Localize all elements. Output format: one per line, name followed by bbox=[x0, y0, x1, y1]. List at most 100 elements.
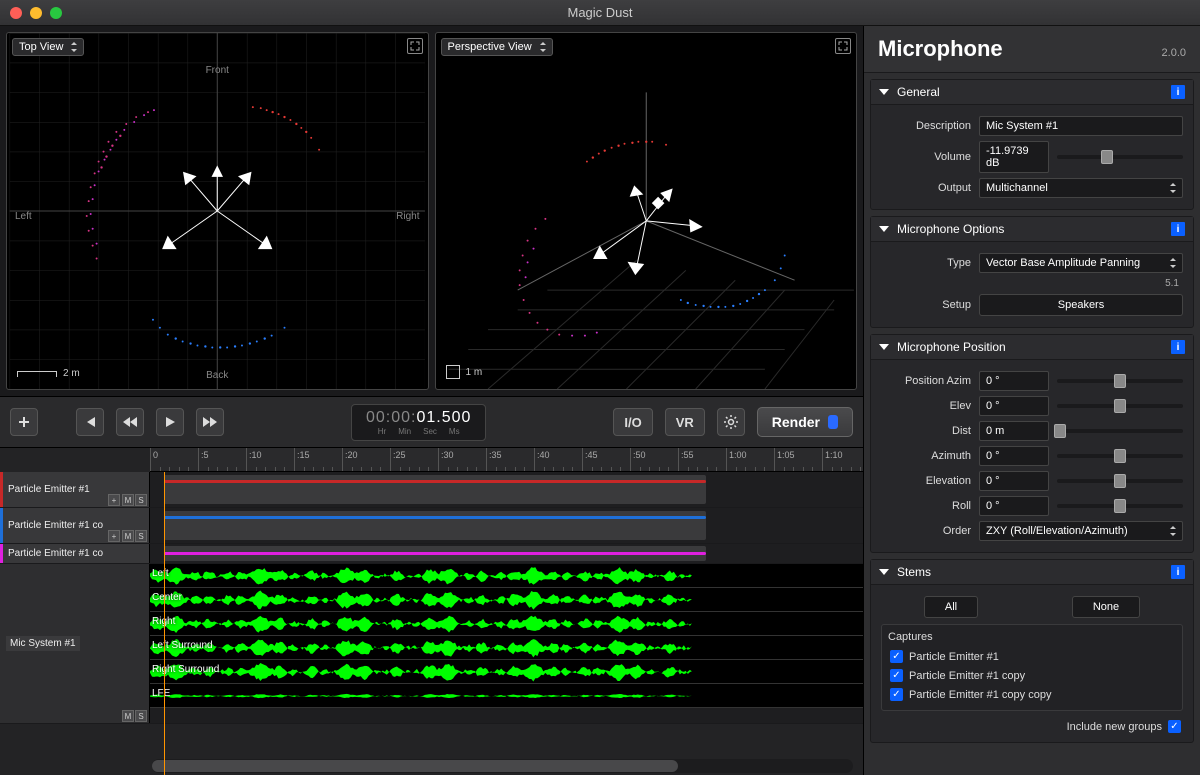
go-to-start[interactable] bbox=[76, 408, 104, 436]
disclosure-icon bbox=[879, 226, 889, 232]
playhead[interactable] bbox=[164, 472, 165, 775]
ruler-tick: :20 bbox=[342, 448, 358, 471]
timeline-ruler[interactable]: 0:5:10:15:20:25:30:35:40:45:50:551:001:0… bbox=[150, 448, 863, 472]
inspector-panel: Microphone 2.0.0 Generali DescriptionMic… bbox=[864, 26, 1200, 775]
ruler-tick: :30 bbox=[438, 448, 454, 471]
stems-none[interactable]: None bbox=[1072, 596, 1140, 618]
stems-all[interactable]: All bbox=[924, 596, 978, 618]
ruler-tick: 0 bbox=[150, 448, 158, 471]
info-icon[interactable]: i bbox=[1171, 565, 1185, 579]
add-icon[interactable]: + bbox=[108, 494, 120, 506]
position-field[interactable]: 0 ° bbox=[979, 371, 1049, 391]
checkbox[interactable]: ✓ bbox=[890, 669, 903, 682]
view-mode-select-left[interactable]: Top View bbox=[12, 38, 84, 56]
viewport-top[interactable]: Top View bbox=[6, 32, 429, 390]
position-field[interactable]: 0 ° bbox=[979, 396, 1049, 416]
scale-label: 2 m bbox=[63, 368, 80, 379]
channel-label: Left bbox=[152, 568, 169, 579]
include-new-groups-checkbox[interactable]: ✓ bbox=[1168, 720, 1181, 733]
section-mic-position: Microphone Positioni Position Azim0 °Ele… bbox=[870, 334, 1194, 553]
solo-button[interactable]: S bbox=[135, 530, 147, 542]
window-title: Magic Dust bbox=[567, 5, 632, 20]
solo-button[interactable]: S bbox=[135, 710, 147, 722]
mute-button[interactable]: M bbox=[122, 494, 134, 506]
play[interactable] bbox=[156, 408, 184, 436]
info-icon[interactable]: i bbox=[1171, 222, 1185, 236]
timeline-scrollbar[interactable] bbox=[152, 759, 853, 773]
position-slider[interactable] bbox=[1057, 429, 1183, 433]
disclosure-icon bbox=[879, 344, 889, 350]
position-field[interactable]: 0 ° bbox=[979, 471, 1049, 491]
waveform-channel[interactable]: Right bbox=[150, 612, 863, 636]
add-button[interactable] bbox=[10, 408, 38, 436]
position-slider[interactable] bbox=[1057, 504, 1183, 508]
timecode-display[interactable]: 00:00:01.500 HrMinSecMs bbox=[351, 404, 486, 441]
fullscreen-icon[interactable] bbox=[407, 38, 423, 54]
fullscreen-icon[interactable] bbox=[835, 38, 851, 54]
axis-label: Front bbox=[206, 65, 229, 76]
position-slider[interactable] bbox=[1057, 379, 1183, 383]
position-field[interactable]: 0 ° bbox=[979, 446, 1049, 466]
checkbox[interactable]: ✓ bbox=[890, 688, 903, 701]
solo-button[interactable]: S bbox=[135, 494, 147, 506]
section-header[interactable]: Microphone Positioni bbox=[871, 335, 1193, 360]
ruler-tick: :50 bbox=[630, 448, 646, 471]
position-field[interactable]: 0 m bbox=[979, 421, 1049, 441]
capture-item[interactable]: ✓Particle Emitter #1 bbox=[888, 647, 1176, 666]
track-header[interactable]: Particle Emitter #1 co +MS bbox=[0, 508, 150, 543]
settings-button[interactable] bbox=[717, 408, 745, 436]
waveform-channel[interactable]: Left Surround bbox=[150, 636, 863, 660]
section-header[interactable]: Generali bbox=[871, 80, 1193, 105]
version-label: 2.0.0 bbox=[1162, 47, 1186, 59]
speakers-button[interactable]: Speakers bbox=[979, 294, 1183, 316]
close-window[interactable] bbox=[10, 7, 22, 19]
order-select[interactable]: ZXY (Roll/Elevation/Azimuth) bbox=[979, 521, 1183, 541]
io-button[interactable]: I/O bbox=[613, 408, 652, 436]
mute-button[interactable]: M bbox=[122, 530, 134, 542]
transport-bar: 00:00:01.500 HrMinSecMs I/O VR Render bbox=[0, 396, 863, 448]
viewport-perspective[interactable]: Perspective View bbox=[435, 32, 858, 390]
zoom-window[interactable] bbox=[50, 7, 62, 19]
rewind[interactable] bbox=[116, 408, 144, 436]
waveform-channel[interactable]: Left bbox=[150, 564, 863, 588]
fast-forward[interactable] bbox=[196, 408, 224, 436]
volume-field[interactable]: -11.9739 dB bbox=[979, 141, 1049, 173]
disclosure-icon bbox=[879, 569, 889, 575]
vr-button[interactable]: VR bbox=[665, 408, 705, 436]
channel-label: LFE bbox=[152, 688, 170, 699]
axis-label: Left bbox=[15, 211, 32, 222]
inspector-title: Microphone bbox=[878, 36, 1003, 62]
titlebar: Magic Dust bbox=[0, 0, 1200, 26]
waveform-channel[interactable]: Right Surround bbox=[150, 660, 863, 684]
disclosure-icon bbox=[879, 89, 889, 95]
output-select[interactable]: Multichannel bbox=[979, 178, 1183, 198]
ruler-tick: :10 bbox=[246, 448, 262, 471]
track-header[interactable]: Particle Emitter #1 co bbox=[0, 544, 150, 563]
description-field[interactable]: Mic System #1 bbox=[979, 116, 1183, 136]
ruler-tick: :25 bbox=[390, 448, 406, 471]
position-slider[interactable] bbox=[1057, 479, 1183, 483]
info-icon[interactable]: i bbox=[1171, 340, 1185, 354]
info-icon[interactable]: i bbox=[1171, 85, 1185, 99]
position-slider[interactable] bbox=[1057, 404, 1183, 408]
capture-item[interactable]: ✓Particle Emitter #1 copy bbox=[888, 666, 1176, 685]
render-button[interactable]: Render bbox=[757, 407, 853, 437]
type-select[interactable]: Vector Base Amplitude Panning bbox=[979, 253, 1183, 273]
mute-button[interactable]: M bbox=[122, 710, 134, 722]
waveform-channel[interactable]: LFE bbox=[150, 684, 863, 708]
ruler-tick: :40 bbox=[534, 448, 550, 471]
volume-slider[interactable] bbox=[1057, 155, 1183, 159]
checkbox[interactable]: ✓ bbox=[890, 650, 903, 663]
section-header[interactable]: Microphone Optionsi bbox=[871, 217, 1193, 242]
section-header[interactable]: Stemsi bbox=[871, 560, 1193, 585]
track-header[interactable]: Particle Emitter #1 +MS bbox=[0, 472, 150, 507]
ruler-tick: :55 bbox=[678, 448, 694, 471]
view-mode-select-right[interactable]: Perspective View bbox=[441, 38, 553, 56]
minimize-window[interactable] bbox=[30, 7, 42, 19]
capture-item[interactable]: ✓Particle Emitter #1 copy copy bbox=[888, 685, 1176, 704]
track-header-mic[interactable]: Mic System #1 MS bbox=[0, 564, 150, 723]
waveform-channel[interactable]: Center bbox=[150, 588, 863, 612]
add-icon[interactable]: + bbox=[108, 530, 120, 542]
position-field[interactable]: 0 ° bbox=[979, 496, 1049, 516]
position-slider[interactable] bbox=[1057, 454, 1183, 458]
